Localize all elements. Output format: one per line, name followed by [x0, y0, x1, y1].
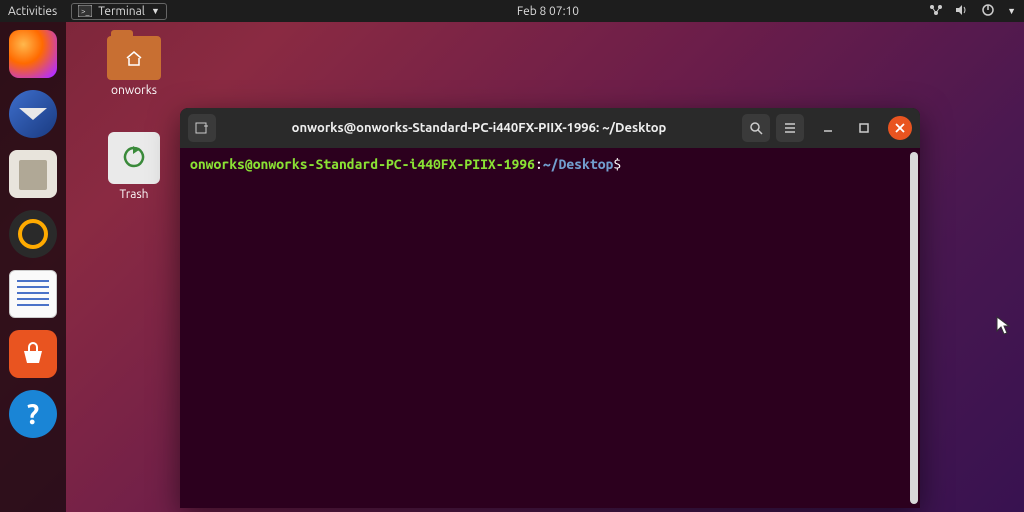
clock[interactable]: Feb 8 07:10 [517, 5, 579, 18]
dock: ? [0, 22, 66, 512]
activities-button[interactable]: Activities [8, 5, 57, 18]
cursor-icon [996, 316, 1012, 340]
network-icon[interactable] [929, 4, 943, 19]
search-button[interactable] [742, 114, 770, 142]
menu-button[interactable] [776, 114, 804, 142]
maximize-icon [857, 121, 871, 135]
dock-rhythmbox[interactable] [9, 210, 57, 258]
chevron-down-icon[interactable]: ▼ [1007, 6, 1016, 16]
minimize-button[interactable] [816, 116, 840, 140]
power-icon[interactable] [981, 3, 995, 20]
terminal-titlebar[interactable]: onworks@onworks-Standard-PC-i440FX-PIIX-… [180, 108, 920, 148]
top-bar: Activities >_ Terminal ▼ Feb 8 07:10 ▼ [0, 0, 1024, 22]
app-menu-label: Terminal [98, 5, 145, 18]
desktop-icon-label: Trash [98, 188, 170, 201]
search-icon [748, 120, 764, 136]
terminal-body[interactable]: onworks@onworks-Standard-PC-i440FX-PIIX-… [180, 148, 920, 508]
terminal-icon: >_ [78, 5, 92, 17]
trash-icon [108, 132, 160, 184]
dock-thunderbird[interactable] [9, 90, 57, 138]
close-icon [894, 122, 906, 134]
dock-files[interactable] [9, 150, 57, 198]
window-title: onworks@onworks-Standard-PC-i440FX-PIIX-… [222, 121, 736, 135]
desktop-folder-onworks[interactable]: onworks [98, 36, 170, 97]
maximize-button[interactable] [852, 116, 876, 140]
dock-writer[interactable] [9, 270, 57, 318]
scrollbar[interactable] [910, 152, 918, 504]
minimize-icon [821, 121, 835, 135]
prompt-colon: : [535, 156, 543, 172]
folder-icon [107, 36, 161, 80]
prompt-user-host: onworks@onworks-Standard-PC-i440FX-PIIX-… [190, 156, 535, 172]
app-menu[interactable]: >_ Terminal ▼ [71, 3, 167, 20]
dock-software[interactable] [9, 330, 57, 378]
close-button[interactable] [888, 116, 912, 140]
prompt-path: ~/Desktop [543, 156, 614, 172]
hamburger-icon [782, 120, 798, 136]
dock-firefox[interactable] [9, 30, 57, 78]
chevron-down-icon: ▼ [151, 6, 160, 16]
desktop-icon-label: onworks [98, 84, 170, 97]
desktop-trash[interactable]: Trash [98, 132, 170, 201]
dock-help[interactable]: ? [9, 390, 57, 438]
svg-text:>_: >_ [81, 7, 90, 16]
new-tab-button[interactable] [188, 114, 216, 142]
terminal-window: onworks@onworks-Standard-PC-i440FX-PIIX-… [180, 108, 920, 508]
volume-icon[interactable] [955, 4, 969, 19]
prompt-dollar: $ [613, 156, 621, 172]
